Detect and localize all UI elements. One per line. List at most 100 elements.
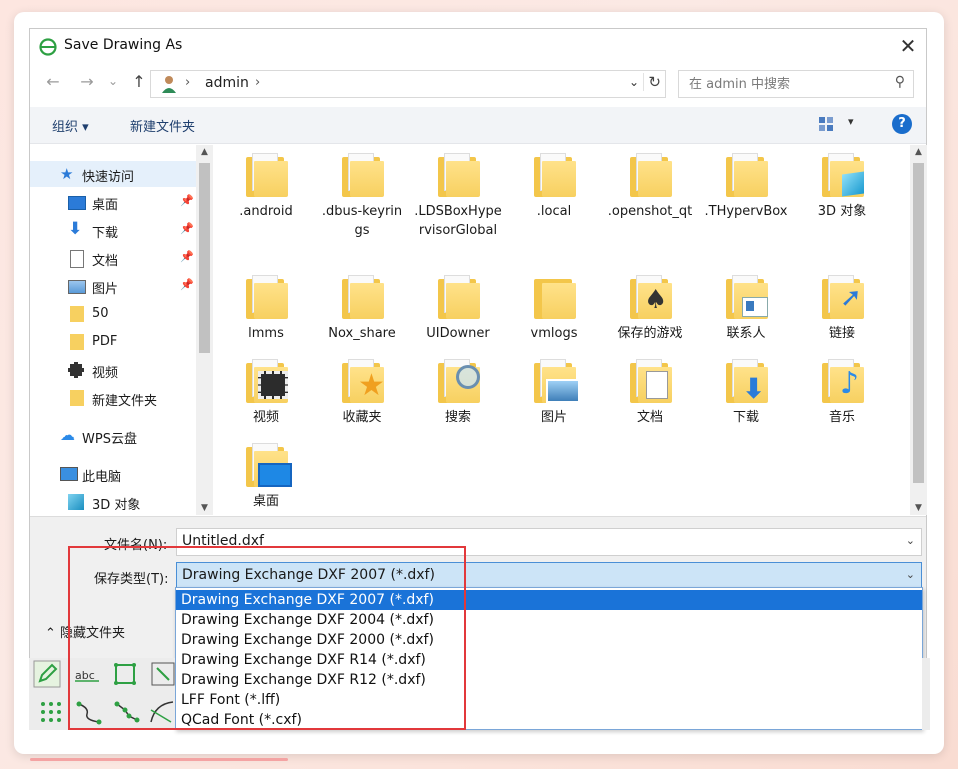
folder-doc-icon (530, 151, 578, 199)
cad-tool-palette-edge (922, 658, 930, 730)
folder-icon (70, 306, 84, 322)
back-button[interactable]: ← (44, 73, 62, 91)
sidebar-item-quick-access[interactable]: ★ 快速访问 (30, 161, 198, 187)
sidebar-item-3d-objects[interactable]: 3D 对象 (30, 489, 198, 515)
file-item[interactable]: 图片 (510, 351, 598, 427)
sidebar-item-downloads[interactable]: ⬇ 下载 📌 (30, 217, 198, 243)
sidebar-item-pictures[interactable]: 图片 📌 (30, 273, 198, 299)
chevron-down-icon[interactable]: ⌄ (906, 568, 915, 581)
file-item[interactable]: .LDSBoxHypervisorGlobal (414, 145, 502, 240)
organize-button[interactable]: 组织 ▾ (52, 116, 89, 135)
contacts-icon (722, 273, 770, 321)
searches-icon (434, 357, 482, 405)
pin-icon: 📌 (180, 278, 194, 291)
refresh-icon[interactable]: ↻ (643, 73, 661, 91)
file-item[interactable]: .local (510, 145, 598, 221)
view-dropdown-icon[interactable]: ▾ (848, 115, 854, 128)
sidebar-scrollbar[interactable]: ▲ ▼ (196, 145, 213, 515)
scroll-up-icon[interactable]: ▲ (910, 147, 927, 157)
scrollbar-thumb[interactable] (913, 163, 924, 483)
file-item[interactable]: ⬇ 下载 (702, 351, 790, 427)
file-label: 保存的游戏 (617, 326, 683, 341)
3d-objects-icon (68, 494, 84, 510)
file-item[interactable]: ♠ 保存的游戏 (606, 267, 694, 343)
file-label: Nox_share (328, 326, 396, 341)
address-dropdown-icon[interactable]: ⌄ (629, 75, 639, 89)
new-folder-button[interactable]: 新建文件夹 (130, 116, 195, 135)
folder-icon (70, 390, 84, 406)
sidebar-item-wps-cloud[interactable]: ☁ WPS云盘 (30, 423, 198, 449)
up-button[interactable]: ↑ (130, 73, 148, 91)
recent-locations-button[interactable]: ⌄ (104, 72, 122, 90)
search-icon[interactable]: ⚲ (895, 74, 905, 90)
scroll-up-icon[interactable]: ▲ (196, 147, 213, 157)
file-item[interactable]: ★ 收藏夹 (318, 351, 406, 427)
file-item[interactable]: UIDowner (414, 267, 502, 343)
search-box[interactable]: ⚲ (678, 70, 914, 98)
file-item[interactable]: .android (222, 145, 310, 221)
pencil-tool-icon[interactable] (33, 660, 61, 688)
navigation-row: ← → ⌄ ↑ › admin › ⌄ ↻ ⚲ (30, 67, 926, 99)
sidebar-item-new-folder[interactable]: 新建文件夹 (30, 385, 198, 411)
file-label: 图片 (540, 410, 567, 425)
view-options-icon[interactable] (819, 117, 833, 131)
folder-icon (530, 273, 578, 321)
file-item[interactable]: lmms (222, 267, 310, 343)
file-label: 桌面 (252, 494, 279, 509)
file-item[interactable]: ➚ 链接 (798, 267, 886, 343)
sidebar-item-label: 快速访问 (82, 170, 135, 185)
file-item[interactable]: 桌面 (222, 435, 310, 511)
librecad-app-icon (39, 38, 57, 56)
breadcrumb-chevron-icon[interactable]: › (255, 75, 260, 90)
file-item[interactable]: 搜索 (414, 351, 502, 427)
window-title: Save Drawing As (64, 37, 183, 53)
sidebar-item-label: 3D 对象 (92, 498, 141, 513)
folder-icon (70, 334, 84, 350)
file-item[interactable]: .THypervBox (702, 145, 790, 221)
navigation-pane: ★ 快速访问 桌面 📌 ⬇ 下载 📌 文档 📌 图片 📌 50 PDF 视频 新… (30, 145, 214, 515)
links-icon: ➚ (818, 273, 866, 321)
help-button[interactable]: ? (892, 114, 912, 134)
breadcrumb-admin[interactable]: admin (205, 75, 249, 91)
file-label: 链接 (828, 326, 855, 341)
file-label: .local (536, 204, 572, 219)
file-item[interactable]: 3D 对象 (798, 145, 886, 221)
cloud-icon: ☁ (60, 426, 75, 444)
file-item[interactable]: vmlogs (510, 267, 598, 343)
close-button[interactable]: ✕ (890, 29, 926, 63)
sidebar-item-50[interactable]: 50 (30, 301, 198, 327)
scroll-down-icon[interactable]: ▼ (910, 503, 927, 513)
videos-icon (68, 362, 84, 378)
chevron-down-icon[interactable]: ⌄ (906, 534, 915, 547)
file-item[interactable]: .openshot_qt (606, 145, 694, 221)
sidebar-item-documents[interactable]: 文档 📌 (30, 245, 198, 271)
file-label: .openshot_qt (607, 204, 693, 219)
decorative-accent-line (30, 758, 288, 761)
annotation-highlight-box (68, 546, 466, 730)
sidebar-item-this-pc[interactable]: 此电脑 (30, 461, 198, 487)
grid-points-icon[interactable] (37, 698, 65, 726)
file-item[interactable]: ♪ 音乐 (798, 351, 886, 427)
scrollbar-thumb[interactable] (199, 163, 210, 353)
close-icon: ✕ (899, 34, 917, 58)
address-bar[interactable]: › admin › ⌄ ↻ (150, 70, 666, 98)
file-item[interactable]: 文档 (606, 351, 694, 427)
files-scrollbar[interactable]: ▲ ▼ (910, 145, 927, 515)
sidebar-item-desktop[interactable]: 桌面 📌 (30, 189, 198, 215)
file-item[interactable]: 联系人 (702, 267, 790, 343)
file-label: 收藏夹 (342, 410, 382, 425)
forward-button[interactable]: → (78, 73, 96, 91)
file-label: 音乐 (828, 410, 855, 425)
file-item[interactable]: 视频 (222, 351, 310, 427)
sidebar-item-videos[interactable]: 视频 (30, 357, 198, 383)
documents-icon (70, 250, 84, 268)
sidebar-item-label: 50 (92, 306, 109, 321)
search-input[interactable] (687, 74, 881, 94)
sidebar-item-pdf[interactable]: PDF (30, 329, 198, 355)
file-item[interactable]: .dbus-keyrings (318, 145, 406, 240)
scroll-down-icon[interactable]: ▼ (196, 503, 213, 513)
file-label: UIDowner (426, 326, 490, 341)
file-label: 3D 对象 (817, 204, 867, 219)
file-item[interactable]: Nox_share (318, 267, 406, 343)
favorites-icon: ★ (338, 357, 386, 405)
